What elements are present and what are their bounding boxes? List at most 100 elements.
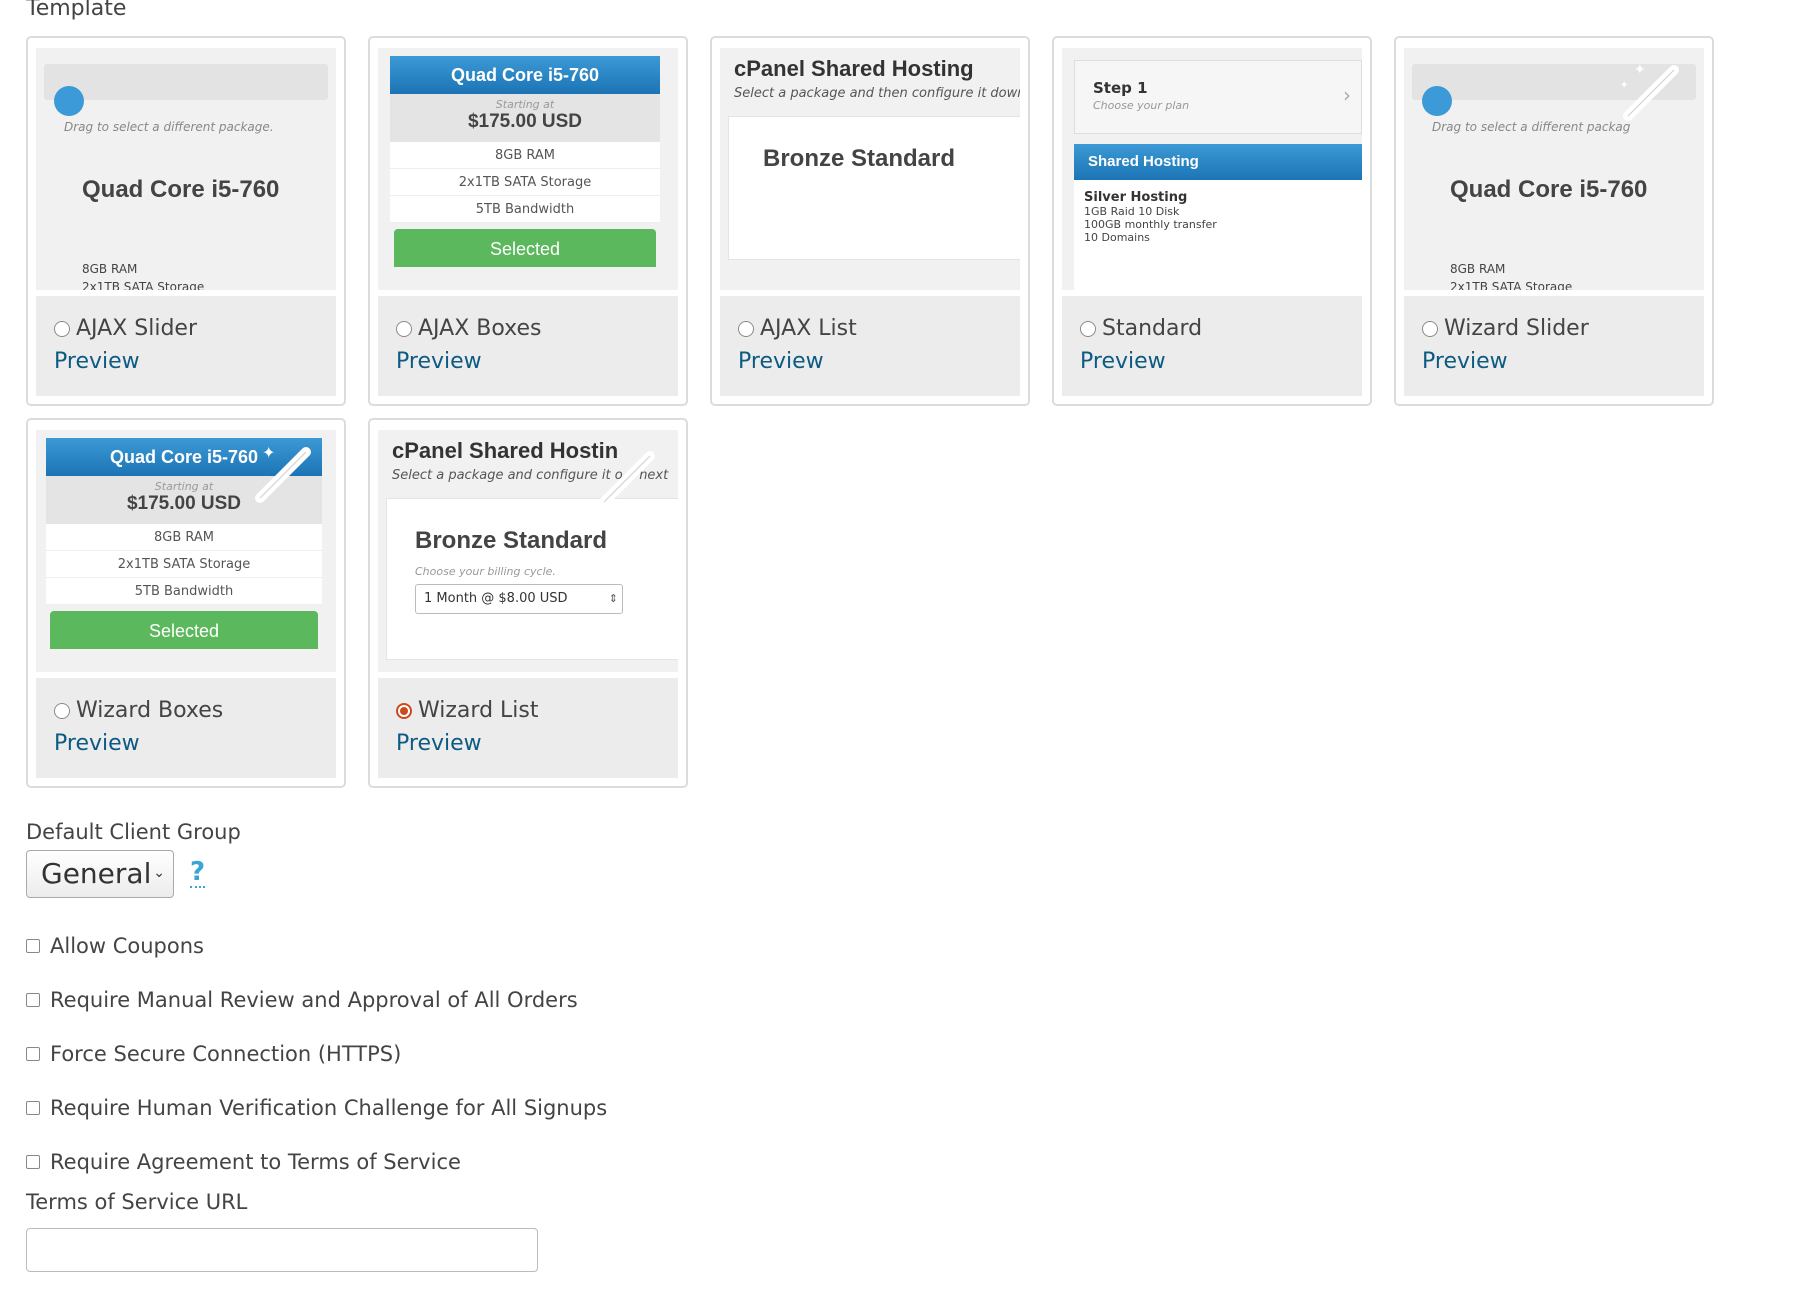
tos-agreement-option[interactable]: Require Agreement to Terms of Service (26, 1150, 461, 1174)
template-info: Standard Preview (1062, 296, 1362, 396)
svg-text:✦: ✦ (1634, 62, 1646, 78)
template-name: AJAX Slider (76, 316, 197, 341)
product-spec: 8GB RAM (82, 262, 138, 276)
chevron-down-icon: ⌄ (153, 865, 165, 881)
magic-wand-icon: ✦ ✦ (1620, 62, 1679, 121)
template-radio[interactable] (54, 702, 70, 719)
slider-knob (54, 86, 84, 116)
list-subtitle: Select a package and then configure it d… (734, 86, 1020, 101)
slider-track (44, 64, 328, 100)
magic-wand-icon: ✦ (255, 443, 311, 503)
price-panel: Starting at $175.00 USD (390, 94, 660, 142)
plan-feature: 1GB Raid 10 Disk (1084, 205, 1180, 218)
pricing-box: Quad Core i5-760 Starting at $175.00 USD… (390, 56, 660, 267)
option-label: Require Agreement to Terms of Service (50, 1150, 461, 1174)
template-name: AJAX Boxes (418, 316, 542, 341)
product-name: Quad Core i5-760 (82, 176, 280, 203)
client-group-value: General (41, 857, 152, 890)
force-https-option[interactable]: Force Secure Connection (HTTPS) (26, 1042, 401, 1066)
product-name: Quad Core i5-760 (1450, 176, 1648, 203)
template-card-ajax-list[interactable]: cPanel Shared Hosting Select a package a… (710, 36, 1030, 406)
template-thumbnail: cPanel Shared Hosting Select a package a… (720, 48, 1020, 290)
template-card-ajax-slider[interactable]: Drag to select a different package. Quad… (26, 36, 346, 406)
template-thumbnail: Drag to select a different package. Quad… (36, 48, 336, 290)
preview-link[interactable]: Preview (738, 349, 1020, 374)
plan-feature: 100GB monthly transfer (1084, 218, 1217, 231)
force-https-checkbox[interactable] (26, 1047, 40, 1061)
step-title: Step 1 (1093, 79, 1148, 97)
template-card-standard[interactable]: Step 1 Choose your plan › Shared Hosting… (1052, 36, 1372, 406)
preview-link[interactable]: Preview (396, 349, 678, 374)
allow-coupons-option[interactable]: Allow Coupons (26, 934, 204, 958)
svg-text:✦: ✦ (1620, 80, 1628, 91)
template-radio[interactable] (738, 320, 754, 337)
template-name: Wizard Slider (1444, 316, 1589, 341)
template-option[interactable]: Wizard Slider (1422, 316, 1704, 341)
template-card-ajax-boxes[interactable]: Quad Core i5-760 Starting at $175.00 USD… (368, 36, 688, 406)
template-option[interactable]: Wizard List (396, 698, 678, 723)
pricing-header: Quad Core i5-760 (390, 56, 660, 94)
tos-url-input[interactable] (26, 1228, 538, 1272)
template-label: Template (26, 0, 127, 21)
template-thumbnail: Step 1 Choose your plan › Shared Hosting… (1062, 48, 1362, 290)
slider-hint: Drag to select a different package. (64, 120, 274, 134)
template-thumbnail: cPanel Shared Hostin Select a package an… (378, 430, 678, 672)
plan-details: Silver Hosting 1GB Raid 10 Disk 100GB mo… (1074, 180, 1362, 290)
client-group-select[interactable]: General ⌄ (26, 850, 174, 898)
list-title: cPanel Shared Hostin (392, 438, 619, 463)
manual-review-option[interactable]: Require Manual Review and Approval of Al… (26, 988, 578, 1012)
option-label: Allow Coupons (50, 934, 204, 958)
slider-knob (1422, 86, 1452, 116)
template-radio[interactable] (396, 320, 412, 337)
client-group-label: Default Client Group (26, 820, 241, 844)
preview-link[interactable]: Preview (54, 731, 336, 756)
starting-at: Starting at (495, 98, 555, 111)
template-info: Wizard Boxes Preview (36, 678, 336, 778)
template-card-wizard-slider[interactable]: Drag to select a different packag Quad C… (1394, 36, 1714, 406)
template-thumbnail: Quad Core i5-760 Starting at $175.00 USD… (36, 430, 336, 672)
manual-review-checkbox[interactable] (26, 993, 40, 1007)
product-panel: Bronze Standard Choose your billing cycl… (386, 498, 678, 660)
template-info: AJAX Boxes Preview (378, 296, 678, 396)
template-radio[interactable] (1422, 320, 1438, 337)
template-card-wizard-list[interactable]: cPanel Shared Hostin Select a package an… (368, 418, 688, 788)
slider-hint: Drag to select a different packag (1432, 120, 1631, 134)
template-radio[interactable] (396, 702, 412, 719)
template-option[interactable]: AJAX Boxes (396, 316, 678, 341)
billing-hint: Choose your billing cycle. (415, 565, 556, 578)
template-info: Wizard Slider Preview (1404, 296, 1704, 396)
tos-url-label: Terms of Service URL (26, 1190, 248, 1214)
preview-link[interactable]: Preview (1422, 349, 1704, 374)
billing-select: 1 Month @ $8.00 USD ⇕ (415, 584, 623, 614)
template-radio[interactable] (1080, 320, 1096, 337)
selected-button: Selected (50, 611, 318, 649)
preview-link[interactable]: Preview (1080, 349, 1362, 374)
allow-coupons-checkbox[interactable] (26, 939, 40, 953)
template-option[interactable]: AJAX Slider (54, 316, 336, 341)
template-option[interactable]: Standard (1080, 316, 1362, 341)
magic-wand-icon (599, 451, 655, 507)
option-label: Require Human Verification Challenge for… (50, 1096, 608, 1120)
preview-link[interactable]: Preview (396, 731, 678, 756)
price: $175.00 USD (467, 111, 583, 132)
template-radio[interactable] (54, 320, 70, 337)
feature-item: 2x1TB SATA Storage (390, 169, 660, 196)
plan-feature: 10 Domains (1084, 231, 1150, 244)
preview-link[interactable]: Preview (54, 349, 336, 374)
step-panel: Step 1 Choose your plan › (1074, 60, 1362, 134)
template-option[interactable]: AJAX List (738, 316, 1020, 341)
product-spec: 8GB RAM (1450, 262, 1506, 276)
list-title: cPanel Shared Hosting (734, 56, 974, 81)
tos-agreement-checkbox[interactable] (26, 1155, 40, 1169)
plan-name: Silver Hosting (1084, 190, 1188, 205)
option-label: Force Secure Connection (HTTPS) (50, 1042, 402, 1066)
human-verification-option[interactable]: Require Human Verification Challenge for… (26, 1096, 607, 1120)
feature-item: 5TB Bandwidth (390, 196, 660, 223)
template-info: Wizard List Preview (378, 678, 678, 778)
step-subtitle: Choose your plan (1093, 99, 1190, 112)
help-icon[interactable]: ? (190, 858, 206, 888)
template-card-wizard-boxes[interactable]: Quad Core i5-760 Starting at $175.00 USD… (26, 418, 346, 788)
human-verification-checkbox[interactable] (26, 1101, 40, 1115)
template-option[interactable]: Wizard Boxes (54, 698, 336, 723)
template-name: Wizard Boxes (76, 698, 224, 723)
